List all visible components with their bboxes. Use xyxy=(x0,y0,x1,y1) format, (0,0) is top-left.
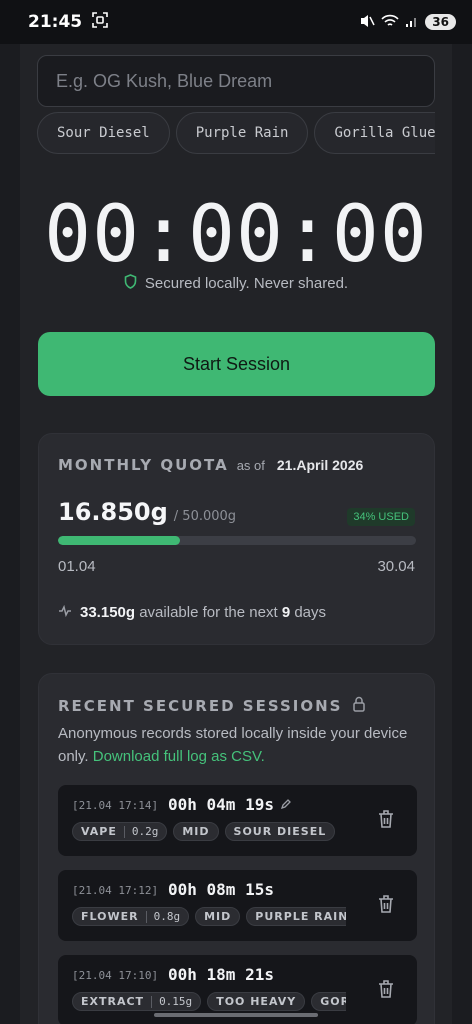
activity-icon xyxy=(58,604,72,621)
trash-icon[interactable] xyxy=(377,894,395,918)
quota-used-value: 16.850g xyxy=(58,498,168,526)
tag: GOR xyxy=(311,992,346,1011)
tag: TOO HEAVY xyxy=(207,992,306,1011)
battery-indicator: 36 xyxy=(425,14,456,30)
tag: PURPLE RAIN xyxy=(246,907,346,926)
quota-title: MONTHLY QUOTA xyxy=(58,456,229,474)
quota-range-start: 01.04 xyxy=(58,558,96,575)
tag-method: FLOWER 0.8g xyxy=(72,907,190,926)
status-time: 21:45 xyxy=(28,12,83,32)
quota-progress-fill xyxy=(58,536,180,545)
quota-range-end: 30.04 xyxy=(377,558,415,575)
available-text: 33.150g available for the next 9 days xyxy=(80,604,327,621)
recent-sessions-card: RECENT SECURED SESSIONS Anonymous record… xyxy=(38,673,435,1024)
quota-available: 33.150g available for the next 9 days xyxy=(58,604,326,621)
strain-chip-gorilla-glue[interactable]: Gorilla Glue xyxy=(314,112,435,154)
strain-chips[interactable]: Sour Diesel Purple Rain Gorilla Glue xyxy=(37,112,435,156)
quota-date: 21.April 2026 xyxy=(276,457,364,473)
tag: MID xyxy=(195,907,241,926)
main-content[interactable]: E.g. OG Kush, Blue Dream Sour Diesel Purp… xyxy=(20,44,452,1024)
strain-input[interactable]: E.g. OG Kush, Blue Dream xyxy=(37,55,435,107)
secured-note: Secured locally. Never shared. xyxy=(20,274,452,293)
home-indicator[interactable] xyxy=(154,1013,318,1017)
session-row[interactable]: [21.04 17:12] 00h 08m 15s FLOWER 0.8g MID… xyxy=(58,870,417,941)
session-tags: FLOWER 0.8g MID PURPLE RAIN xyxy=(72,907,346,926)
session-timestamp: [21.04 17:12] xyxy=(72,884,159,897)
signal-icon xyxy=(405,14,419,31)
tag: SOUR DIESEL xyxy=(224,822,336,841)
quota-progress-track xyxy=(58,536,416,545)
lock-icon xyxy=(352,696,366,716)
trash-icon[interactable] xyxy=(377,979,395,1003)
status-bar: 21:45 36 xyxy=(0,0,472,44)
quota-used-badge: 34% USED xyxy=(347,508,415,526)
session-duration: 00h 18m 21s xyxy=(168,965,274,984)
tag-method: EXTRACT 0.15g xyxy=(72,992,202,1011)
session-timestamp: [21.04 17:14] xyxy=(72,799,159,812)
trash-icon[interactable] xyxy=(377,809,395,833)
shield-icon xyxy=(124,274,137,293)
session-duration: 00h 04m 19s xyxy=(168,795,292,814)
status-left: 21:45 xyxy=(28,11,108,33)
session-row[interactable]: [21.04 17:14] 00h 04m 19s VAPE 0.2g MID S… xyxy=(58,785,417,856)
recent-title: RECENT SECURED SESSIONS xyxy=(58,696,366,716)
status-right: 36 xyxy=(359,14,456,31)
secured-text: Secured locally. Never shared. xyxy=(144,275,349,292)
wifi-icon xyxy=(381,14,399,31)
available-days: 9 xyxy=(281,604,291,621)
start-session-button[interactable]: Start Session xyxy=(38,332,435,396)
session-tags: VAPE 0.2g MID SOUR DIESEL xyxy=(72,822,346,841)
quota-max-value: / 50.000g xyxy=(173,509,237,524)
side-strip-left xyxy=(0,44,20,1024)
strain-chip-purple-rain[interactable]: Purple Rain xyxy=(175,112,309,154)
session-timestamp: [21.04 17:10] xyxy=(72,969,159,982)
monthly-quota-card: MONTHLY QUOTA as of 21.April 2026 16.850… xyxy=(38,433,435,645)
screenshot-icon xyxy=(92,11,108,33)
mute-icon xyxy=(359,14,375,31)
side-strip-right xyxy=(452,44,472,1024)
session-tags: EXTRACT 0.15g TOO HEAVY GOR xyxy=(72,992,346,1011)
quota-header: MONTHLY QUOTA as of 21.April 2026 xyxy=(58,456,363,474)
strain-chip-sour-diesel[interactable]: Sour Diesel xyxy=(37,112,170,154)
session-duration: 00h 08m 15s xyxy=(168,880,274,899)
session-timer: 00:00:00 xyxy=(44,190,428,280)
tag: MID xyxy=(173,822,219,841)
available-amount: 33.150g xyxy=(80,604,136,621)
recent-description: Anonymous records stored locally inside … xyxy=(58,725,408,765)
tag-method: VAPE 0.2g xyxy=(72,822,168,841)
edit-icon[interactable] xyxy=(280,795,292,814)
download-csv-link[interactable]: Download full log as CSV. xyxy=(93,748,265,765)
quota-used: 16.850g / 50.000g xyxy=(58,498,236,526)
quota-as-of: as of xyxy=(236,458,265,473)
